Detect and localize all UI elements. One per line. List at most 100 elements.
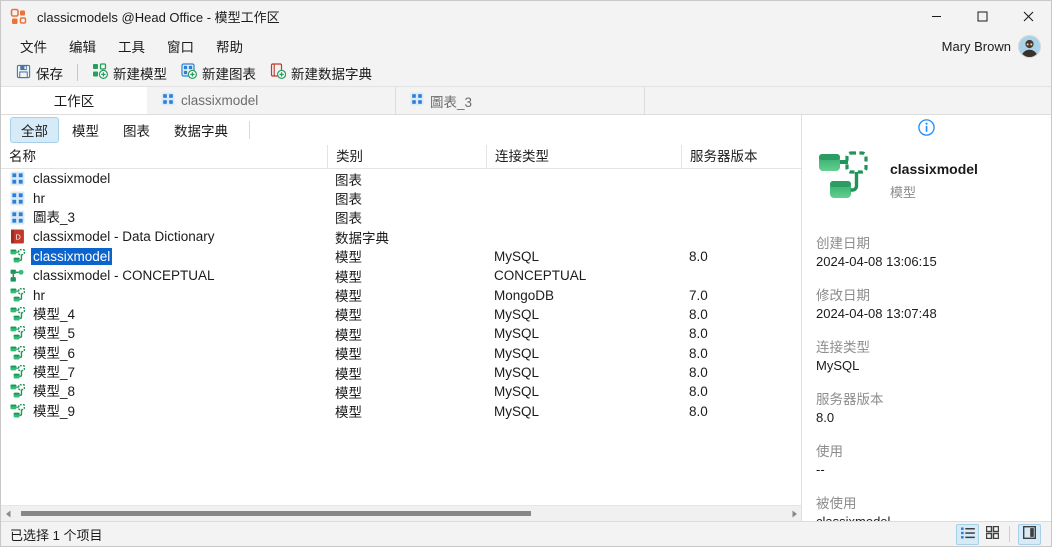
scrollbar-track[interactable]	[15, 506, 787, 521]
table-body: classixmodel 图表 hr 图表 圖表_3 图表 Dclassixmodel - …	[1, 169, 801, 505]
details-field: 修改日期 2024-04-08 13:07:48	[816, 284, 1037, 321]
cell-category: 图表	[335, 172, 362, 188]
details-field-label: 被使用	[816, 496, 857, 511]
column-header-connection[interactable]: 连接类型	[486, 145, 681, 168]
minimize-button[interactable]	[913, 1, 959, 32]
sort-ascending-icon: ⌃	[390, 144, 399, 151]
menu-help[interactable]: 帮助	[205, 33, 254, 59]
tab-workspace-label: 工作区	[53, 93, 95, 109]
new-dictionary-label: 新建数据字典	[291, 66, 372, 82]
menu-edit[interactable]: 编辑	[58, 33, 107, 59]
cell-name: 模型_6	[1, 345, 327, 362]
grid-view-icon	[985, 525, 1000, 542]
details-field: 被使用 classixmodel	[816, 492, 1037, 521]
cell-server-version: 8.0	[689, 365, 708, 381]
tab-classixmodel[interactable]: classixmodel	[147, 87, 396, 114]
item-name-label: 圖表_3	[33, 209, 76, 225]
table-row[interactable]: 模型_7 模型 MySQL 8.0	[1, 363, 801, 382]
table-row[interactable]: 模型_5 模型 MySQL 8.0	[1, 324, 801, 343]
cell-name: classixmodel	[1, 170, 327, 187]
filter-chip-diagram[interactable]: 图表	[112, 117, 161, 143]
tab-chart-3-label: 圖表_3	[430, 94, 473, 110]
cell-category: 模型	[335, 308, 362, 324]
column-header-category[interactable]: ⌃ 类别	[327, 144, 486, 168]
tab-chart-3[interactable]: 圖表_3	[396, 87, 645, 114]
close-button[interactable]	[1005, 1, 1051, 32]
details-field-label: 连接类型	[816, 340, 870, 355]
filter-chip-model[interactable]: 模型	[61, 117, 110, 143]
maximize-button[interactable]	[959, 1, 1005, 32]
table-row[interactable]: 模型_4 模型 MySQL 8.0	[1, 305, 801, 324]
new-model-label: 新建模型	[113, 66, 167, 82]
cell-connection-type: MySQL	[494, 248, 540, 264]
cell-name: 模型_7	[1, 364, 327, 381]
new-diagram-icon	[181, 63, 197, 82]
cell-connection-type: MySQL	[494, 384, 540, 400]
cell-category: 模型	[335, 386, 362, 401]
item-name-label: classixmodel	[33, 171, 111, 187]
table-row[interactable]: 模型_6 模型 MySQL 8.0	[1, 344, 801, 363]
avatar[interactable]	[1018, 34, 1041, 58]
list-view-button[interactable]	[956, 523, 979, 545]
list-view-icon	[960, 527, 975, 542]
info-icon[interactable]	[918, 119, 935, 139]
cell-category: 模型	[335, 250, 362, 266]
model-icon	[10, 287, 25, 303]
new-model-button[interactable]: 新建模型	[85, 60, 174, 86]
table-row[interactable]: Dclassixmodel - Data Dictionary 数据字典	[1, 227, 801, 246]
diagram-icon	[10, 210, 25, 225]
table-row[interactable]: classixmodel - CONCEPTUAL 模型 CONCEPTUAL	[1, 266, 801, 285]
table-row[interactable]: hr 模型 MongoDB 7.0	[1, 285, 801, 304]
model-icon	[10, 384, 25, 399]
table-row[interactable]: classixmodel 模型 MySQL 8.0	[1, 247, 801, 266]
table-row[interactable]: 圖表_3 图表	[1, 208, 801, 227]
cell-name: 模型_4	[1, 306, 327, 323]
new-dictionary-icon	[270, 63, 287, 82]
scroll-right-arrow[interactable]	[787, 506, 801, 521]
details-field: 服务器版本 8.0	[816, 388, 1037, 425]
menu-file[interactable]: 文件	[9, 33, 58, 59]
details-subtitle: 模型	[890, 185, 917, 200]
diagram-icon	[10, 191, 25, 206]
table-row[interactable]: classixmodel 图表	[1, 169, 801, 188]
cell-connection-type: MySQL	[494, 365, 540, 381]
tab-workspace[interactable]: 工作区	[1, 87, 147, 114]
details-panel-toggle[interactable]	[1018, 523, 1041, 545]
scroll-left-arrow[interactable]	[1, 506, 15, 521]
scrollbar-thumb[interactable]	[21, 511, 531, 516]
details-field-value: 2024-04-08 13:06:15	[816, 254, 937, 269]
filter-divider	[249, 120, 250, 139]
new-diagram-button[interactable]: 新建图表	[174, 60, 263, 86]
view-mode-buttons	[953, 523, 1051, 545]
model-icon	[10, 345, 25, 361]
menu-window[interactable]: 窗口	[156, 33, 205, 59]
filter-chip-dictionary[interactable]: 数据字典	[163, 117, 239, 143]
details-field-value: MySQL	[816, 358, 860, 373]
table-row[interactable]: 模型_8 模型 MySQL 8.0	[1, 382, 801, 401]
user-account[interactable]: Mary Brown	[942, 33, 1041, 59]
column-header-version[interactable]: 服务器版本	[681, 145, 801, 168]
details-title: classixmodel	[890, 161, 978, 177]
table-row[interactable]: hr 图表	[1, 188, 801, 207]
item-name-label: hr	[33, 190, 46, 206]
status-bar: 已选择 1 个项目	[1, 521, 1051, 546]
model-icon	[10, 306, 25, 322]
column-header-name[interactable]: 名称	[1, 145, 327, 168]
details-panel-header	[802, 115, 1051, 143]
new-dictionary-button[interactable]: 新建数据字典	[263, 60, 379, 86]
table-row[interactable]: 模型_9 模型 MySQL 8.0	[1, 402, 801, 421]
save-button[interactable]: 保存	[9, 60, 70, 86]
item-name-label: 模型_6	[33, 345, 76, 361]
window-controls	[913, 1, 1051, 32]
cell-category: 模型	[335, 289, 362, 305]
new-model-icon	[92, 63, 108, 82]
cell-name: hr	[1, 190, 327, 207]
diagram-icon	[410, 92, 424, 109]
filter-chip-all[interactable]: 全部	[10, 116, 59, 143]
grid-view-button[interactable]	[982, 525, 1003, 544]
cell-server-version: 8.0	[689, 306, 708, 322]
cell-category: 模型	[335, 327, 362, 343]
menu-tools[interactable]: 工具	[107, 33, 156, 59]
cell-name: 模型_9	[1, 403, 327, 420]
horizontal-scrollbar[interactable]	[1, 505, 801, 521]
